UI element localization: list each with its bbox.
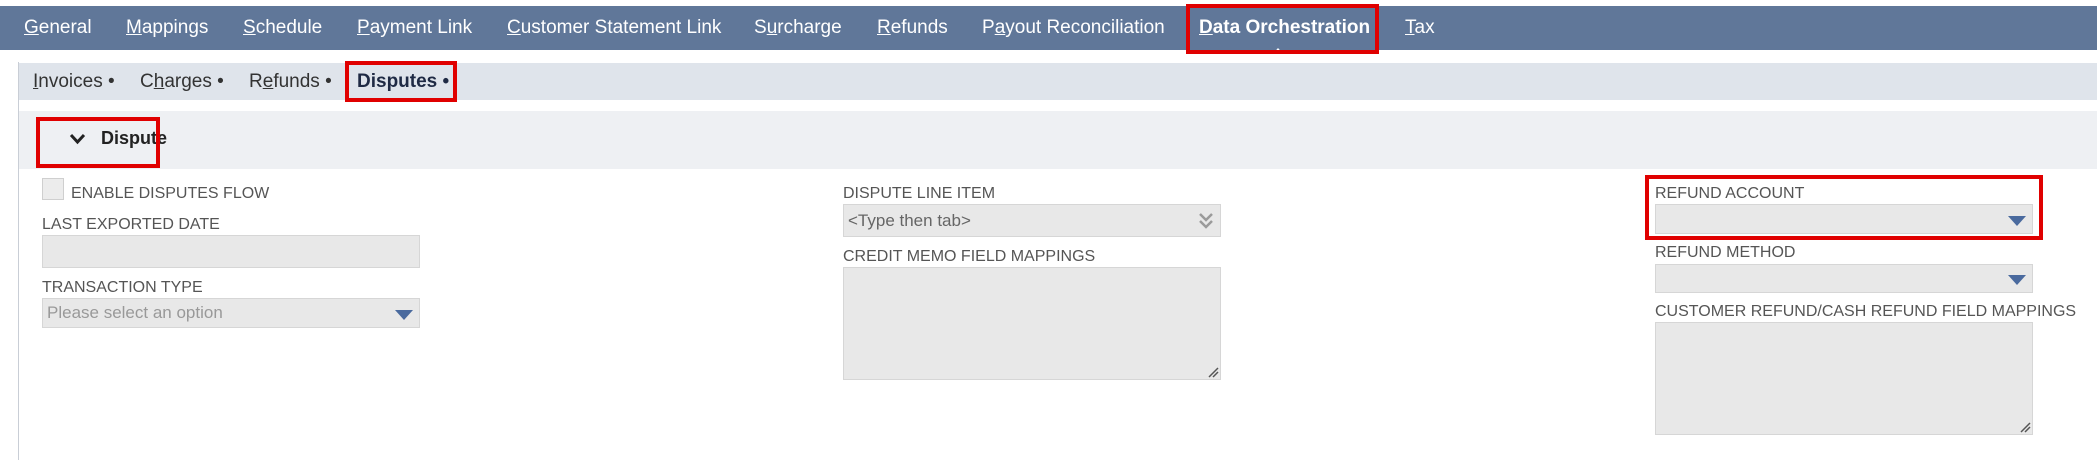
transaction-type-placeholder: Please select an option	[47, 303, 223, 322]
credit-memo-field-mappings-textarea[interactable]	[843, 267, 1221, 380]
dropdown-arrow-icon	[2008, 216, 2026, 226]
tab-customer-statement-link[interactable]: Customer Statement Link	[507, 6, 721, 50]
tab-schedule[interactable]: Schedule	[243, 6, 322, 50]
last-exported-date-label: LAST EXPORTED DATE	[42, 216, 220, 233]
tab-tax[interactable]: Tax	[1405, 6, 1435, 50]
refund-account-label: REFUND ACCOUNT	[1655, 185, 1805, 202]
dispute-line-item-label: DISPUTE LINE ITEM	[843, 185, 996, 202]
section-title: Dispute	[101, 128, 168, 148]
resize-handle-icon[interactable]	[2019, 421, 2031, 433]
active-tab-caret-icon	[1271, 48, 1285, 56]
tab-payout-reconciliation[interactable]: Payout Reconciliation	[982, 6, 1165, 50]
customer-refund-field-mappings-label: CUSTOMER REFUND/CASH REFUND FIELD MAPPIN…	[1655, 303, 2077, 320]
dispute-line-item-input[interactable]: <Type then tab>	[843, 204, 1221, 237]
refund-method-label: REFUND METHOD	[1655, 244, 1796, 261]
subtab-charges[interactable]: Charges •	[140, 63, 224, 100]
subtab-invoices[interactable]: Invoices •	[33, 63, 115, 100]
tab-payment-link[interactable]: Payment Link	[357, 6, 472, 50]
tab-refunds[interactable]: Refunds	[877, 6, 948, 50]
subtab-disputes[interactable]: Disputes •	[357, 63, 449, 100]
top-tab-bar: General Mappings Schedule Payment Link C…	[0, 6, 2097, 56]
tab-general[interactable]: General	[24, 6, 92, 50]
refund-method-select[interactable]	[1655, 264, 2033, 293]
tab-data-orchestration[interactable]: Data Orchestration	[1199, 6, 1370, 50]
sub-tab-bar: Invoices • Charges • Refunds • Disputes …	[19, 63, 2097, 100]
last-exported-date-field[interactable]	[42, 235, 420, 268]
credit-memo-field-mappings-label: CREDIT MEMO FIELD MAPPINGS	[843, 248, 1096, 265]
double-chevron-down-icon[interactable]	[1197, 211, 1215, 231]
tab-surcharge[interactable]: Surcharge	[754, 6, 842, 50]
dispute-line-item-placeholder: <Type then tab>	[848, 211, 971, 230]
enable-disputes-flow-label: ENABLE DISPUTES FLOW	[71, 185, 270, 202]
dropdown-arrow-icon	[2008, 275, 2026, 285]
subtab-refunds[interactable]: Refunds •	[249, 63, 332, 100]
dispute-section-header[interactable]: Dispute	[19, 111, 2097, 169]
chevron-down-icon	[69, 133, 86, 145]
tab-mappings[interactable]: Mappings	[126, 6, 208, 50]
transaction-type-select[interactable]: Please select an option	[42, 298, 420, 328]
refund-account-select[interactable]	[1655, 204, 2033, 234]
resize-handle-icon[interactable]	[1207, 366, 1219, 378]
customer-refund-field-mappings-textarea[interactable]	[1655, 322, 2033, 435]
dropdown-arrow-icon	[395, 310, 413, 320]
enable-disputes-flow-checkbox[interactable]	[42, 178, 64, 200]
transaction-type-label: TRANSACTION TYPE	[42, 279, 203, 296]
